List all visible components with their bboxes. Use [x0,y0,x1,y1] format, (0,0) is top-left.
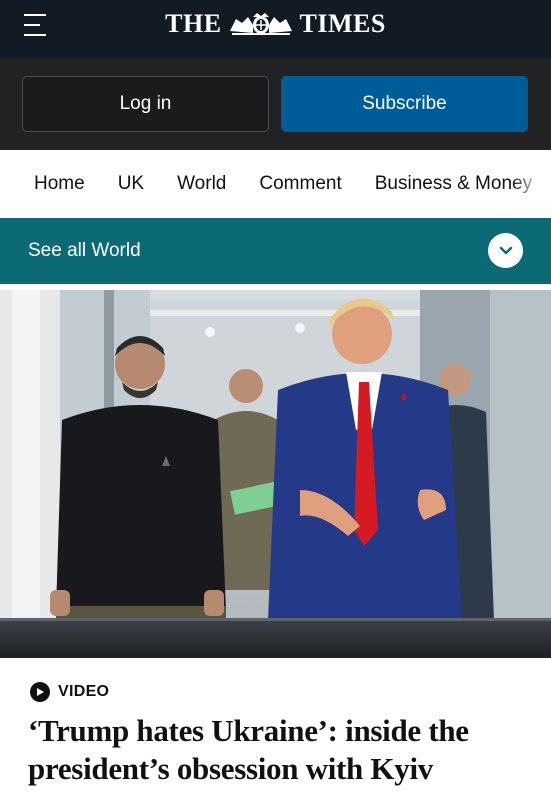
logo-word-times: TIMES [299,9,386,38]
video-label: VIDEO [30,682,109,702]
logo-word-the: THE [165,9,222,38]
hero-image[interactable] [0,290,551,658]
login-button[interactable]: Log in [22,76,269,132]
play-circle-icon[interactable] [30,682,50,702]
article-headline[interactable]: ‘Trump hates Ukraine’: inside the presid… [28,712,528,788]
nav-item-world[interactable]: World [177,173,226,195]
masthead: THE TIMES [0,0,551,58]
account-bar: Log in Subscribe [0,58,551,150]
see-all-section-bar[interactable]: See all World [0,218,551,284]
nav-item-business-money[interactable]: Business & Money [375,173,532,195]
section-nav: Home UK World Comment Business & Money [0,150,551,217]
chevron-down-icon[interactable] [488,233,523,268]
nav-scroll-fade [511,150,551,217]
nav-item-uk[interactable]: UK [118,173,144,195]
media-type-label: VIDEO [58,683,110,700]
see-all-label: See all World [28,240,141,261]
hamburger-menu-icon[interactable] [24,14,48,36]
royal-crest-icon [229,13,292,35]
nav-item-home[interactable]: Home [34,173,85,195]
times-logo[interactable]: THE TIMES [165,9,386,39]
subscribe-button[interactable]: Subscribe [281,76,528,132]
nav-item-comment[interactable]: Comment [259,173,341,195]
